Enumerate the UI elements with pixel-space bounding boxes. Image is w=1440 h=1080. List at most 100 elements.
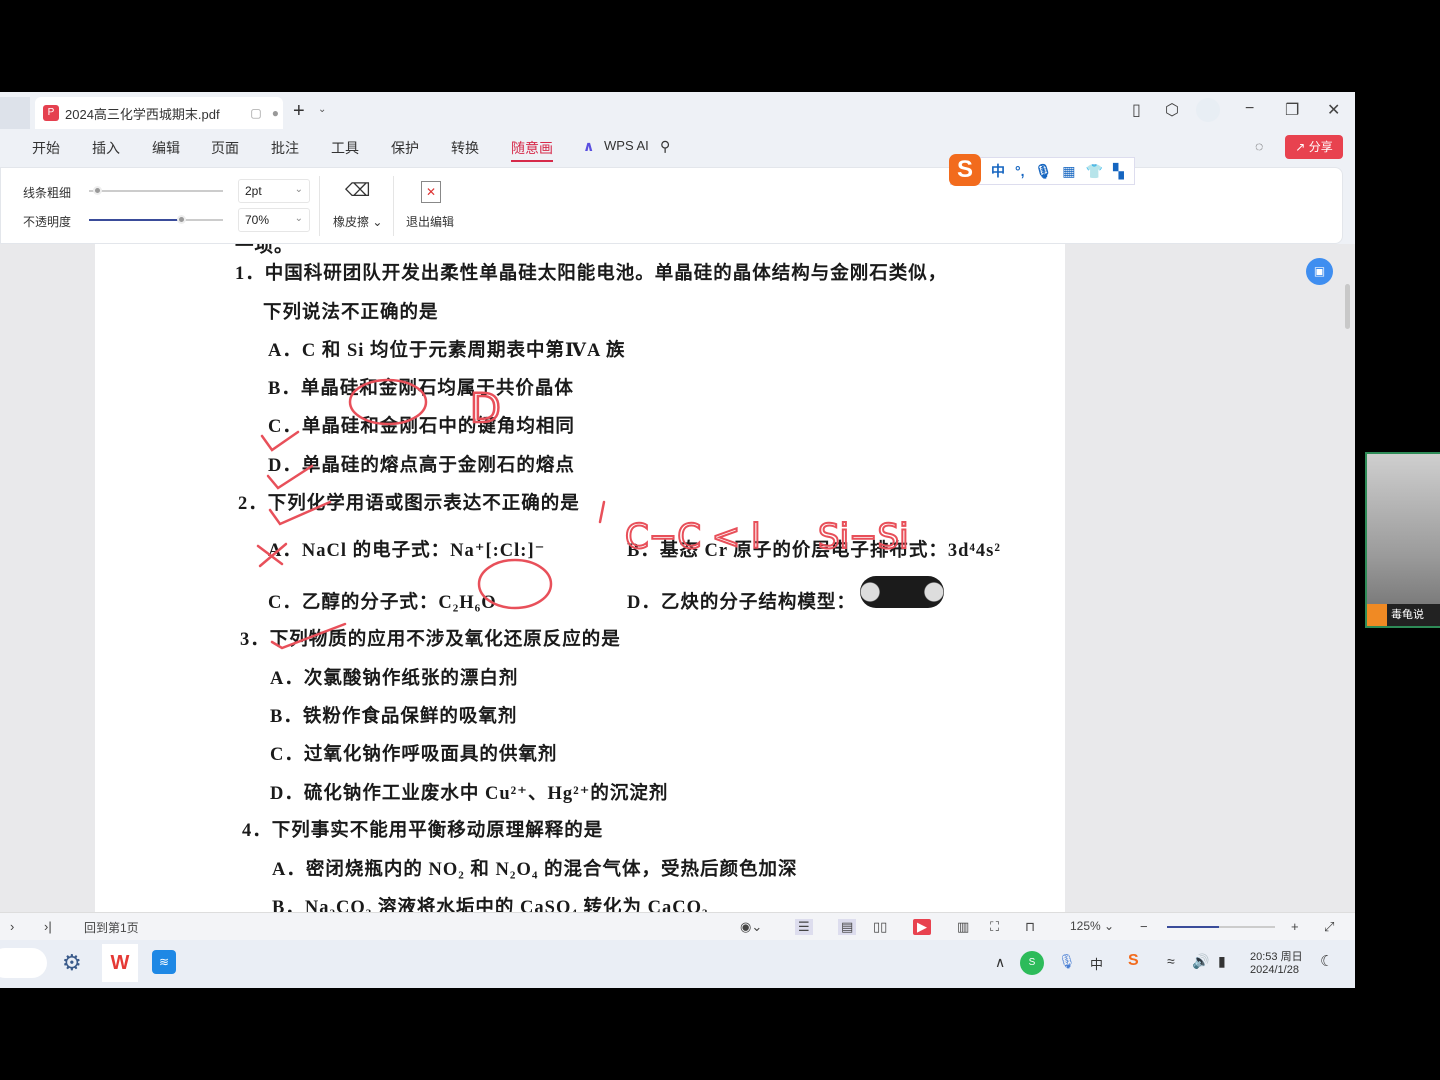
menu-bar: 开始 插入 编辑 页面 批注 工具 保护 转换 随意画 ∧ WPS AI ⚲ ◌… [0, 130, 1355, 165]
zoom-in-button[interactable]: + [1291, 919, 1299, 934]
chevron-down-icon[interactable]: ⌄ [318, 104, 326, 115]
wps-window: P 2024高三化学西城期末.pdf ▢ ● + ⌄ ▯ ⬡ − ❐ ✕ 开始 … [0, 92, 1355, 988]
two-page-icon[interactable]: ▯▯ [873, 919, 887, 935]
menu-page[interactable]: 页面 [211, 138, 239, 158]
slider-handle[interactable] [177, 215, 186, 224]
ink-cross [256, 542, 288, 568]
ink-circle [348, 378, 428, 426]
ime-indicator[interactable]: 中 [1090, 954, 1103, 973]
fullscreen-icon[interactable]: ⤢ [1324, 919, 1334, 935]
menu-convert[interactable]: 转换 [451, 138, 479, 158]
play-icon[interactable]: ▶ [913, 919, 931, 935]
moon-icon[interactable]: ☾ [1320, 952, 1333, 970]
opacity-label: 不透明度 [23, 215, 72, 229]
wps-taskbar-icon[interactable]: W [102, 944, 138, 982]
continuous-scroll-icon[interactable]: ☰ [795, 919, 813, 935]
menu-tools[interactable]: 工具 [331, 138, 359, 158]
opacity-slider[interactable] [89, 215, 223, 224]
ime-toolbar: S 中 °, 🎙 ▦ 👕 ▚ [949, 154, 1135, 186]
menu-annotate[interactable]: 批注 [271, 138, 299, 158]
search-icon[interactable]: ⚲ [660, 138, 670, 155]
webcam-overlay[interactable]: 毒龟说 [1365, 452, 1440, 628]
single-page-icon[interactable]: ▤ [838, 919, 857, 935]
taskbar: ⚙ W ≋ ∧ S 🎙 中 S ≈ 🔊 ▮ 20:53 周日 2024/1/28… [0, 940, 1355, 988]
floating-tool-button[interactable]: ▣ [1306, 258, 1333, 285]
menu-freehand[interactable]: 随意画 [511, 138, 553, 162]
divider [319, 176, 320, 236]
tray-app-icon[interactable]: S [1020, 951, 1044, 975]
apps-icon[interactable]: ▚ [1113, 163, 1124, 180]
ink-checkmark [266, 464, 314, 490]
microphone-icon[interactable]: 🎙 [1058, 953, 1076, 970]
menu-insert[interactable]: 插入 [92, 138, 120, 158]
ink-note: C−C < l [625, 517, 761, 557]
tab-device-icon[interactable]: ▢ [250, 106, 261, 120]
eraser-icon[interactable]: ⌫ [345, 180, 370, 201]
pdf-icon: P [43, 105, 59, 121]
minimize-button[interactable]: − [1245, 100, 1254, 118]
menu-edit[interactable]: 编辑 [152, 138, 180, 158]
close-button[interactable]: ✕ [1327, 100, 1340, 120]
eraser-label: 橡皮擦 [333, 215, 370, 229]
new-tab-button[interactable]: + [293, 100, 305, 123]
webcam-name: 毒龟说 [1391, 609, 1424, 621]
menu-protect[interactable]: 保护 [391, 138, 419, 158]
sogou-icon[interactable]: S [1128, 952, 1139, 970]
chevron-up-icon[interactable]: ∧ [995, 954, 1005, 971]
exit-edit-icon[interactable]: ✕ [421, 181, 441, 203]
bookmark-icon[interactable]: ⊓ [1025, 919, 1035, 935]
zoom-value: 125% [1070, 919, 1101, 933]
volume-icon[interactable]: 🔊 [1192, 953, 1209, 970]
zoom-out-button[interactable]: − [1140, 919, 1148, 934]
opacity-select[interactable]: 70% ⌄ [238, 208, 310, 232]
fit-page-icon[interactable]: ⛶ [990, 919, 999, 935]
clock-time[interactable]: 20:53 周日 [1250, 948, 1303, 964]
share-button[interactable]: ↗ 分享 [1285, 135, 1343, 159]
cube-icon[interactable]: ⬡ [1165, 100, 1179, 120]
line-width-slider[interactable] [89, 186, 223, 195]
maximize-button[interactable]: ❐ [1285, 100, 1299, 120]
exit-edit-button[interactable]: 退出编辑 [406, 213, 454, 230]
webcam-label: 毒龟说 [1367, 604, 1440, 626]
meeting-app-icon[interactable]: ≋ [152, 950, 176, 974]
slider-fill [1167, 926, 1219, 928]
battery-icon[interactable]: ▮ [1218, 953, 1226, 970]
tab-close-dot[interactable]: ● [272, 106, 279, 120]
last-page-icon[interactable]: ›| [44, 919, 52, 934]
document-view[interactable]: 一项。 1．中国科研团队开发出柔性单晶硅太阳能电池。单晶硅的晶体结构与金刚石类似… [0, 244, 1355, 912]
vertical-scrollbar[interactable] [1345, 284, 1350, 329]
reading-mode-icon[interactable]: ▥ [957, 919, 969, 935]
chevron-down-icon: ⌄ [294, 213, 303, 224]
wps-ai-button[interactable]: WPS AI [604, 138, 649, 153]
line-width-label: 线条粗细 [23, 186, 72, 200]
settings-icon[interactable]: ⚙ [62, 950, 82, 976]
zoom-level[interactable]: 125% ⌄ [1070, 919, 1114, 933]
eye-icon[interactable]: ◉⌄ [740, 919, 762, 935]
status-bar: › ›| 回到第1页 ◉⌄ ☰ ▤ ▯▯ ▶ ▥ ⛶ ⊓ 125% ⌄ − + … [0, 912, 1355, 940]
tab-title: 2024高三化学西城期末.pdf [65, 106, 220, 122]
taskbar-search[interactable] [0, 948, 47, 978]
freehand-ink-layer: D C−C < l Si−Si [256, 378, 910, 650]
document-tab[interactable]: P 2024高三化学西城期末.pdf ▢ ● [35, 97, 283, 129]
skin-icon[interactable]: 👕 [1086, 163, 1103, 180]
goto-first-page-link[interactable]: 回到第1页 [84, 919, 139, 936]
menu-start[interactable]: 开始 [32, 138, 60, 158]
keyboard-icon[interactable]: ▦ [1062, 163, 1075, 180]
slider-handle[interactable] [93, 186, 102, 195]
zoom-slider[interactable] [1167, 926, 1275, 928]
ime-mode[interactable]: 中 [991, 161, 1005, 181]
microphone-icon[interactable]: 🎙 [1035, 163, 1053, 180]
line-width-select[interactable]: 2pt ⌄ [238, 179, 310, 203]
wifi-icon[interactable]: ≈ [1167, 953, 1175, 969]
tablet-mode-icon[interactable]: ▯ [1132, 100, 1141, 120]
chat-icon[interactable]: ◌ [1255, 138, 1263, 154]
home-tab[interactable] [0, 97, 30, 129]
avatar[interactable] [1196, 98, 1220, 122]
clock-date[interactable]: 2024/1/28 [1250, 964, 1299, 976]
ink-answer: D [470, 386, 501, 432]
ime-punct[interactable]: °, [1015, 163, 1025, 179]
sogou-logo[interactable]: S [949, 154, 981, 186]
next-page-icon[interactable]: › [10, 919, 14, 934]
eraser-button[interactable]: 橡皮擦 ⌄ [333, 213, 382, 230]
opacity-value: 70% [245, 213, 270, 227]
